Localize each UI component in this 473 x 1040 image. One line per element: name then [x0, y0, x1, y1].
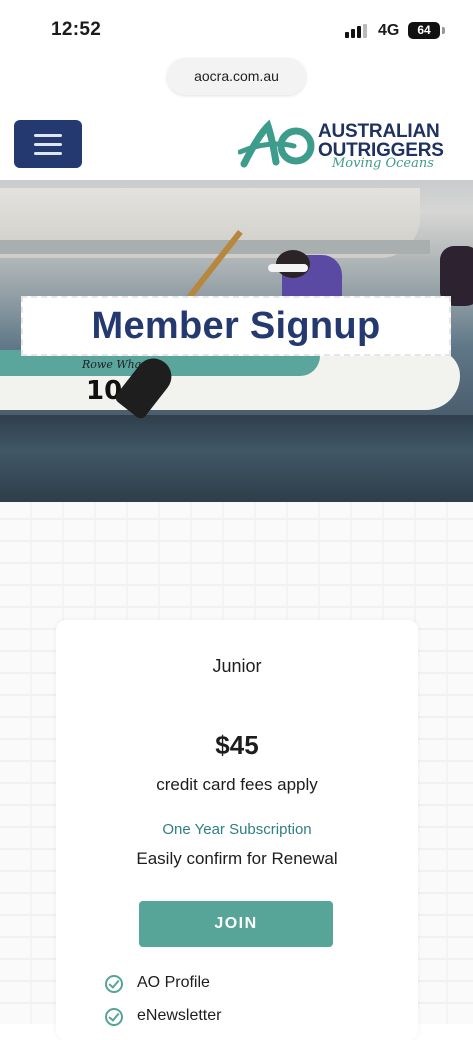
check-circle-icon	[105, 1008, 123, 1026]
paddler-visor	[268, 264, 308, 272]
fees-note: credit card fees apply	[156, 775, 318, 794]
page-title: Member Signup	[21, 296, 451, 356]
menu-button[interactable]	[14, 120, 82, 168]
check-circle-icon	[105, 975, 123, 993]
plan-name: Junior	[212, 656, 262, 676]
plan-price: $45	[215, 730, 259, 760]
plan-term: One Year Subscription	[162, 821, 312, 838]
membership-card: Junior $45 credit card fees apply One Ye…	[56, 620, 418, 1040]
hamburger-menu-icon	[34, 134, 62, 137]
hamburger-menu-icon	[34, 143, 62, 146]
network-type: 4G	[378, 22, 400, 39]
site-logo[interactable]: AUSTRALIAN OUTRIGGERS Moving Oceans	[238, 118, 458, 174]
join-button[interactable]: JOIN	[139, 901, 333, 947]
renewal-note: Easily confirm for Renewal	[136, 849, 338, 868]
ao-logo-icon	[238, 119, 315, 168]
background-ship-deck	[0, 240, 430, 254]
address-bar[interactable]: aocra.com.au	[167, 58, 306, 95]
hamburger-menu-icon	[34, 152, 62, 155]
feature-label: eNewsletter	[137, 1007, 222, 1024]
signal-icon	[345, 24, 367, 38]
logo-text-line1: AUSTRALIAN	[318, 121, 440, 142]
battery-tip	[442, 27, 445, 34]
battery-icon: 64	[408, 22, 440, 39]
feature-label: AO Profile	[137, 974, 210, 991]
canoe-name: Rowe Wha	[82, 358, 142, 371]
hero-image: Rowe Wha 10 Member Signup	[0, 180, 473, 502]
logo-tagline: Moving Oceans	[332, 156, 434, 171]
status-time: 12:52	[51, 19, 102, 40]
water	[0, 415, 473, 502]
status-bar: 12:52 4G 64	[0, 0, 473, 56]
